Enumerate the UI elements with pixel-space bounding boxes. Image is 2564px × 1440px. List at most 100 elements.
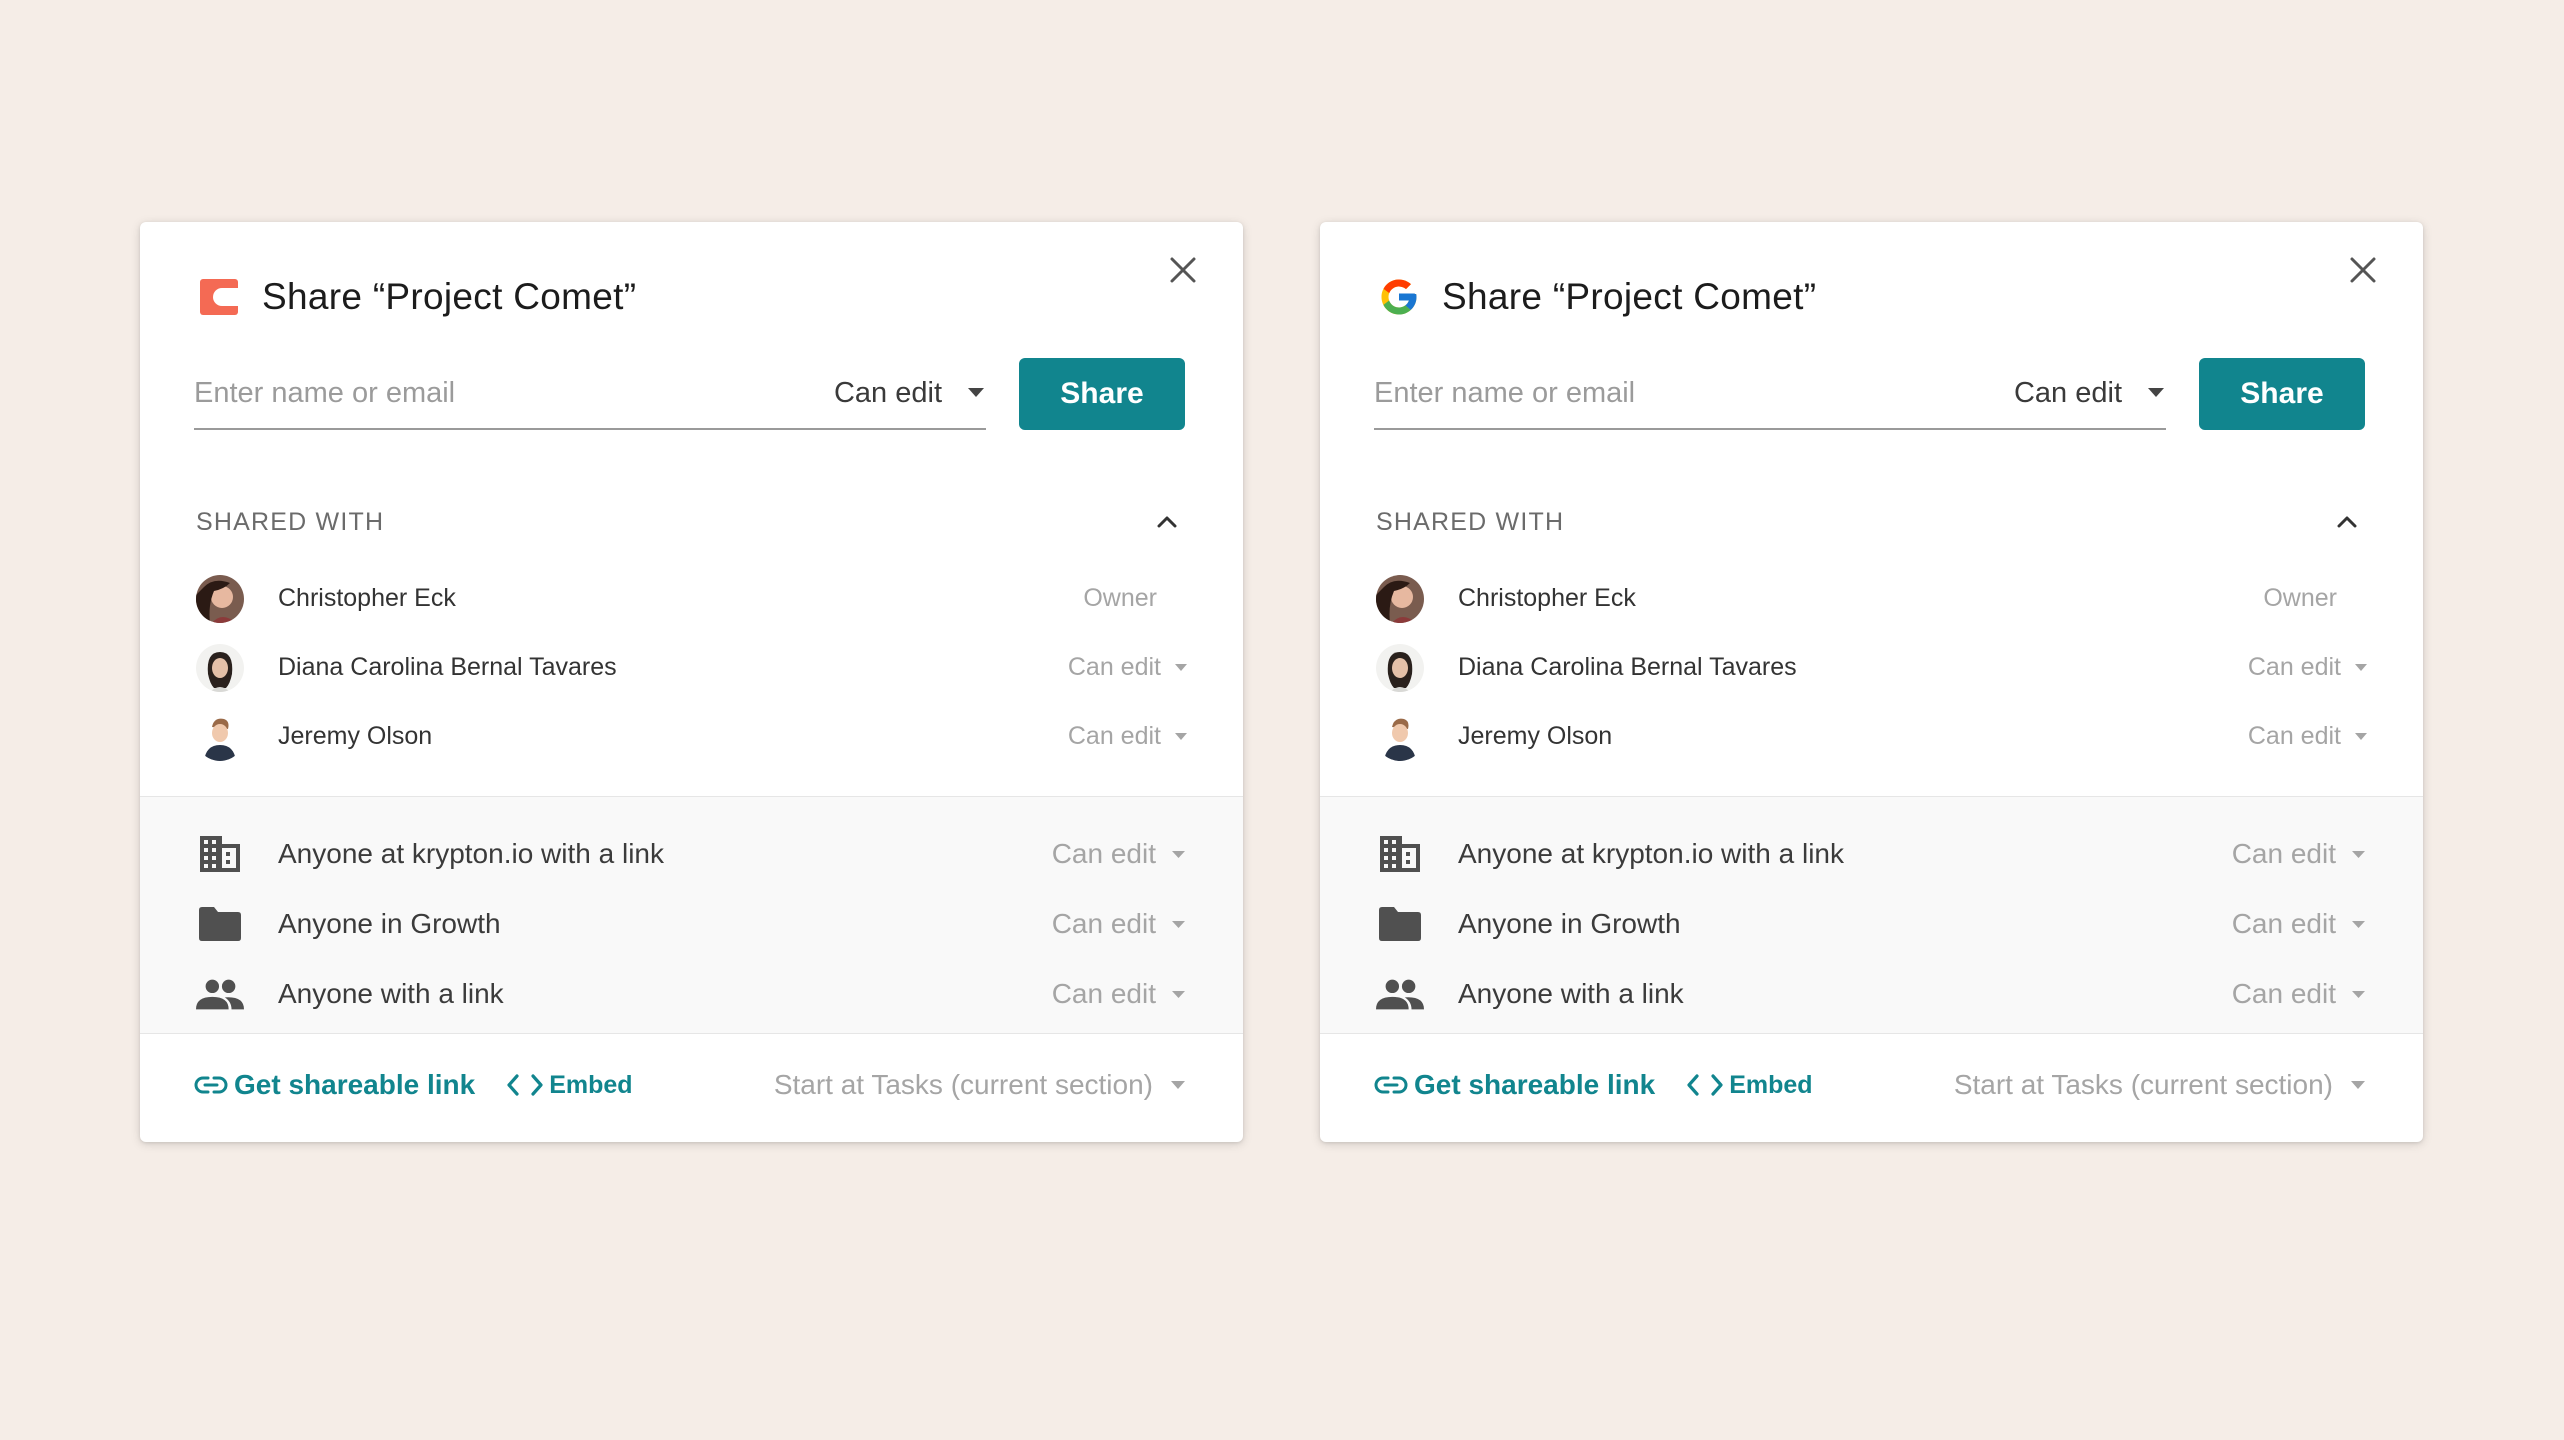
person-role-select[interactable]: Can edit [2248,722,2367,751]
building-icon [1376,830,1424,878]
group-permission-label: Can edit [2231,838,2336,869]
share-button[interactable]: Share [2199,358,2365,430]
share-button[interactable]: Share [1019,358,1185,430]
caret-down-icon [2352,920,2365,928]
dialog-footer: Get shareable link Embed Start at Tasks … [194,1058,1185,1112]
person-role-select[interactable]: Can edit [1068,653,1187,682]
collapse-button[interactable] [2329,504,2365,540]
caret-down-icon [1172,850,1185,858]
get-shareable-link-label: Get shareable link [1414,1069,1656,1100]
share-dialog-google: Share “Project Comet” Can edit Share SHA… [1320,222,2423,1142]
share-dialog-coda: Share “Project Comet” Can edit Share SHA… [140,222,1243,1142]
caret-down-icon [2352,990,2365,998]
link-icon [194,1075,228,1095]
group-label: Anyone in Growth [278,908,501,939]
get-shareable-link-button[interactable]: Get shareable link [194,1069,475,1101]
avatar [1376,712,1424,761]
invite-row: Can edit [194,358,986,430]
shared-with-header: SHARED WITH [196,502,1185,542]
code-icon [1687,1074,1723,1096]
building-icon [196,830,244,878]
person-name: Christopher Eck [278,584,456,612]
invite-permission-label: Can edit [833,376,942,409]
caret-down-icon [1171,1081,1185,1089]
shared-with-label: SHARED WITH [1376,507,1565,536]
start-at-select[interactable]: Start at Tasks (current section) [774,1069,1185,1101]
title-row: Share “Project Comet” [198,272,636,322]
close-button[interactable] [1161,248,1205,292]
group-row: Anyone in Growth Can edit [1376,889,2365,959]
group-permission-label: Can edit [1051,908,1156,939]
group-permission-select[interactable]: Can edit [2232,978,2365,1010]
person-name: Jeremy Olson [1458,722,1613,750]
close-button[interactable] [2341,248,2385,292]
avatar [196,712,244,761]
person-row: Christopher Eck Owner [1376,564,2367,633]
person-role-select[interactable]: Can edit [1068,722,1187,751]
avatar [196,643,244,692]
name-email-input[interactable] [1374,376,2014,410]
avatar [196,574,244,623]
person-row: Diana Carolina Bernal Tavares Can edit [1376,633,2367,702]
embed-button[interactable]: Embed [1687,1070,1813,1100]
caret-down-icon [2351,1081,2365,1089]
chevron-up-icon [2337,516,2357,528]
dialog-title: Share “Project Comet” [262,276,637,317]
avatar [1376,643,1424,692]
person-name: Diana Carolina Bernal Tavares [278,653,617,681]
person-name: Jeremy Olson [278,722,433,750]
caret-down-icon [2355,664,2367,671]
caret-down-icon [1175,733,1187,740]
group-label: Anyone at krypton.io with a link [278,838,664,869]
person-row: Jeremy Olson Can edit [1376,702,2367,771]
group-access-list: Anyone at krypton.io with a link Can edi… [1320,796,2423,1034]
caret-down-icon [1172,920,1185,928]
person-row: Christopher Eck Owner [196,564,1187,633]
group-permission-select[interactable]: Can edit [1052,908,1185,940]
start-at-label: Start at Tasks (current section) [1953,1069,2333,1100]
group-permission-select[interactable]: Can edit [2232,838,2365,870]
caret-down-icon [2355,733,2367,740]
person-role-label: Can edit [1067,722,1161,750]
group-permission-select[interactable]: Can edit [1052,838,1185,870]
person-role-label: Can edit [2247,653,2341,681]
title-row: Share “Project Comet” [1378,272,1816,322]
invite-permission-select[interactable]: Can edit [834,377,986,410]
group-permission-select[interactable]: Can edit [2232,908,2365,940]
invite-row: Can edit [1374,358,2166,430]
caret-down-icon [968,388,984,397]
person-role: Owner [1083,584,1157,612]
invite-permission-select[interactable]: Can edit [2014,377,2166,410]
group-permission-select[interactable]: Can edit [1052,978,1185,1010]
shared-with-header: SHARED WITH [1376,502,2365,542]
group-permission-label: Can edit [1051,838,1156,869]
folder-icon [196,900,244,948]
dialog-footer: Get shareable link Embed Start at Tasks … [1374,1058,2365,1112]
people-list: Christopher Eck Owner Diana Carolina Ber… [196,564,1187,771]
group-permission-label: Can edit [1051,978,1156,1009]
stage: Share “Project Comet” Can edit Share SHA… [0,0,2564,1440]
get-shareable-link-button[interactable]: Get shareable link [1374,1069,1655,1101]
caret-down-icon [1172,990,1185,998]
shared-with-label: SHARED WITH [196,507,385,536]
embed-button[interactable]: Embed [507,1070,633,1100]
avatar [1376,574,1424,623]
person-name: Christopher Eck [1458,584,1636,612]
group-access-list: Anyone at krypton.io with a link Can edi… [140,796,1243,1034]
invite-permission-label: Can edit [2013,376,2122,409]
group-label: Anyone with a link [278,978,504,1009]
group-row: Anyone at krypton.io with a link Can edi… [196,819,1185,889]
group-label: Anyone with a link [1458,978,1684,1009]
group-label: Anyone in Growth [1458,908,1681,939]
person-role: Owner [2263,584,2337,612]
get-shareable-link-label: Get shareable link [234,1069,476,1100]
embed-label: Embed [549,1070,633,1099]
collapse-button[interactable] [1149,504,1185,540]
name-email-input[interactable] [194,376,834,410]
close-icon [2350,257,2376,283]
group-row: Anyone in Growth Can edit [196,889,1185,959]
group-label: Anyone at krypton.io with a link [1458,838,1844,869]
person-role-select[interactable]: Can edit [2248,653,2367,682]
start-at-select[interactable]: Start at Tasks (current section) [1954,1069,2365,1101]
embed-label: Embed [1729,1070,1813,1099]
